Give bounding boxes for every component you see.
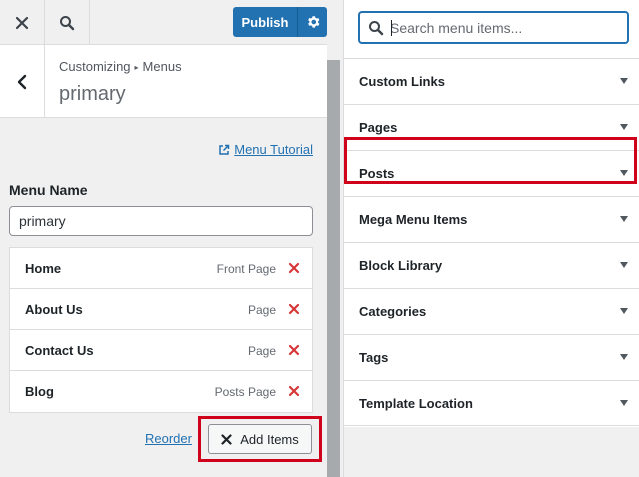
search-icon [369, 21, 384, 36]
section-block-library[interactable]: Block Library [344, 242, 639, 288]
menu-item-type: Posts Page [214, 385, 276, 399]
menu-item[interactable]: Contact Us Page [10, 330, 312, 371]
menu-editor: Menu Tutorial Menu Name Home Front Page … [0, 118, 327, 477]
breadcrumb-root: Customizing [59, 59, 131, 74]
page-title: primary [59, 83, 126, 105]
chevron-down-icon [620, 308, 628, 314]
scrollbar-thumb[interactable] [327, 60, 340, 477]
highlight-box [198, 416, 322, 462]
breadcrumb: Customizing ▸ Menus [59, 59, 182, 74]
menu-name-label: Menu Name [9, 182, 88, 198]
remove-icon[interactable] [287, 384, 301, 398]
menu-item[interactable]: Home Front Page [10, 248, 312, 289]
breadcrumb-separator-icon: ▸ [134, 63, 139, 72]
menu-item-type: Page [247, 344, 276, 358]
section-label: Pages [359, 120, 398, 135]
section-mega-menu-items[interactable]: Mega Menu Items [344, 196, 639, 242]
section-custom-links[interactable]: Custom Links [344, 58, 639, 104]
menu-item-sections: Custom Links Pages Posts Mega Menu Items… [344, 58, 639, 426]
chevron-down-icon [620, 400, 628, 406]
text-cursor [391, 20, 392, 36]
menu-tutorial-link[interactable]: Menu Tutorial [218, 142, 313, 157]
menu-items-list: Home Front Page About Us Page Contact Us… [9, 247, 313, 413]
close-button[interactable] [0, 0, 45, 45]
menu-tutorial-label: Menu Tutorial [234, 142, 313, 157]
search-icon [60, 15, 75, 30]
panel-header: Customizing ▸ Menus primary [0, 45, 327, 118]
menu-item[interactable]: Blog Posts Page [10, 371, 312, 412]
section-label: Mega Menu Items [359, 212, 468, 227]
remove-icon[interactable] [287, 343, 301, 357]
menu-item-type: Page [247, 303, 276, 317]
available-menu-items-panel: Custom Links Pages Posts Mega Menu Items… [343, 0, 639, 477]
chevron-down-icon [620, 124, 628, 130]
section-tags[interactable]: Tags [344, 334, 639, 380]
breadcrumb-current: Menus [142, 59, 182, 74]
external-link-icon [219, 144, 230, 155]
section-label: Categories [359, 304, 427, 319]
menu-item[interactable]: About Us Page [10, 289, 312, 330]
chevron-down-icon [620, 216, 628, 222]
menu-item-title: Home [25, 261, 62, 276]
remove-icon[interactable] [287, 302, 301, 316]
search-button[interactable] [45, 0, 90, 45]
chevron-down-icon [620, 78, 628, 84]
menu-item-title: Contact Us [25, 343, 94, 358]
section-label: Block Library [359, 258, 443, 273]
section-template-location[interactable]: Template Location [344, 380, 639, 426]
chevron-down-icon [620, 262, 628, 268]
customizer-sidebar: Publish Customizing ▸ Menus primary Menu T… [0, 0, 327, 477]
section-label: Tags [359, 350, 389, 365]
menu-item-title: Blog [25, 384, 54, 399]
chevron-down-icon [620, 354, 628, 360]
close-icon [15, 16, 29, 29]
gear-icon [307, 16, 319, 28]
menu-item-title: About Us [25, 302, 83, 317]
search-field[interactable] [358, 11, 629, 44]
back-button[interactable] [0, 45, 45, 118]
section-categories[interactable]: Categories [344, 288, 639, 334]
publish-button[interactable]: Publish [233, 7, 297, 37]
panel-footer-space [344, 427, 639, 477]
section-label: Custom Links [359, 74, 445, 89]
publish-settings-button[interactable] [297, 7, 327, 37]
customizer-topbar: Publish [0, 0, 327, 45]
publish-group: Publish [233, 7, 327, 37]
section-label: Template Location [359, 396, 473, 411]
menu-item-type: Front Page [216, 262, 276, 276]
remove-icon[interactable] [287, 261, 301, 275]
highlight-box [344, 137, 637, 184]
menu-name-field[interactable] [9, 206, 313, 236]
chevron-left-icon [17, 74, 27, 89]
search-input[interactable] [390, 13, 625, 42]
reorder-link[interactable]: Reorder [145, 431, 192, 446]
